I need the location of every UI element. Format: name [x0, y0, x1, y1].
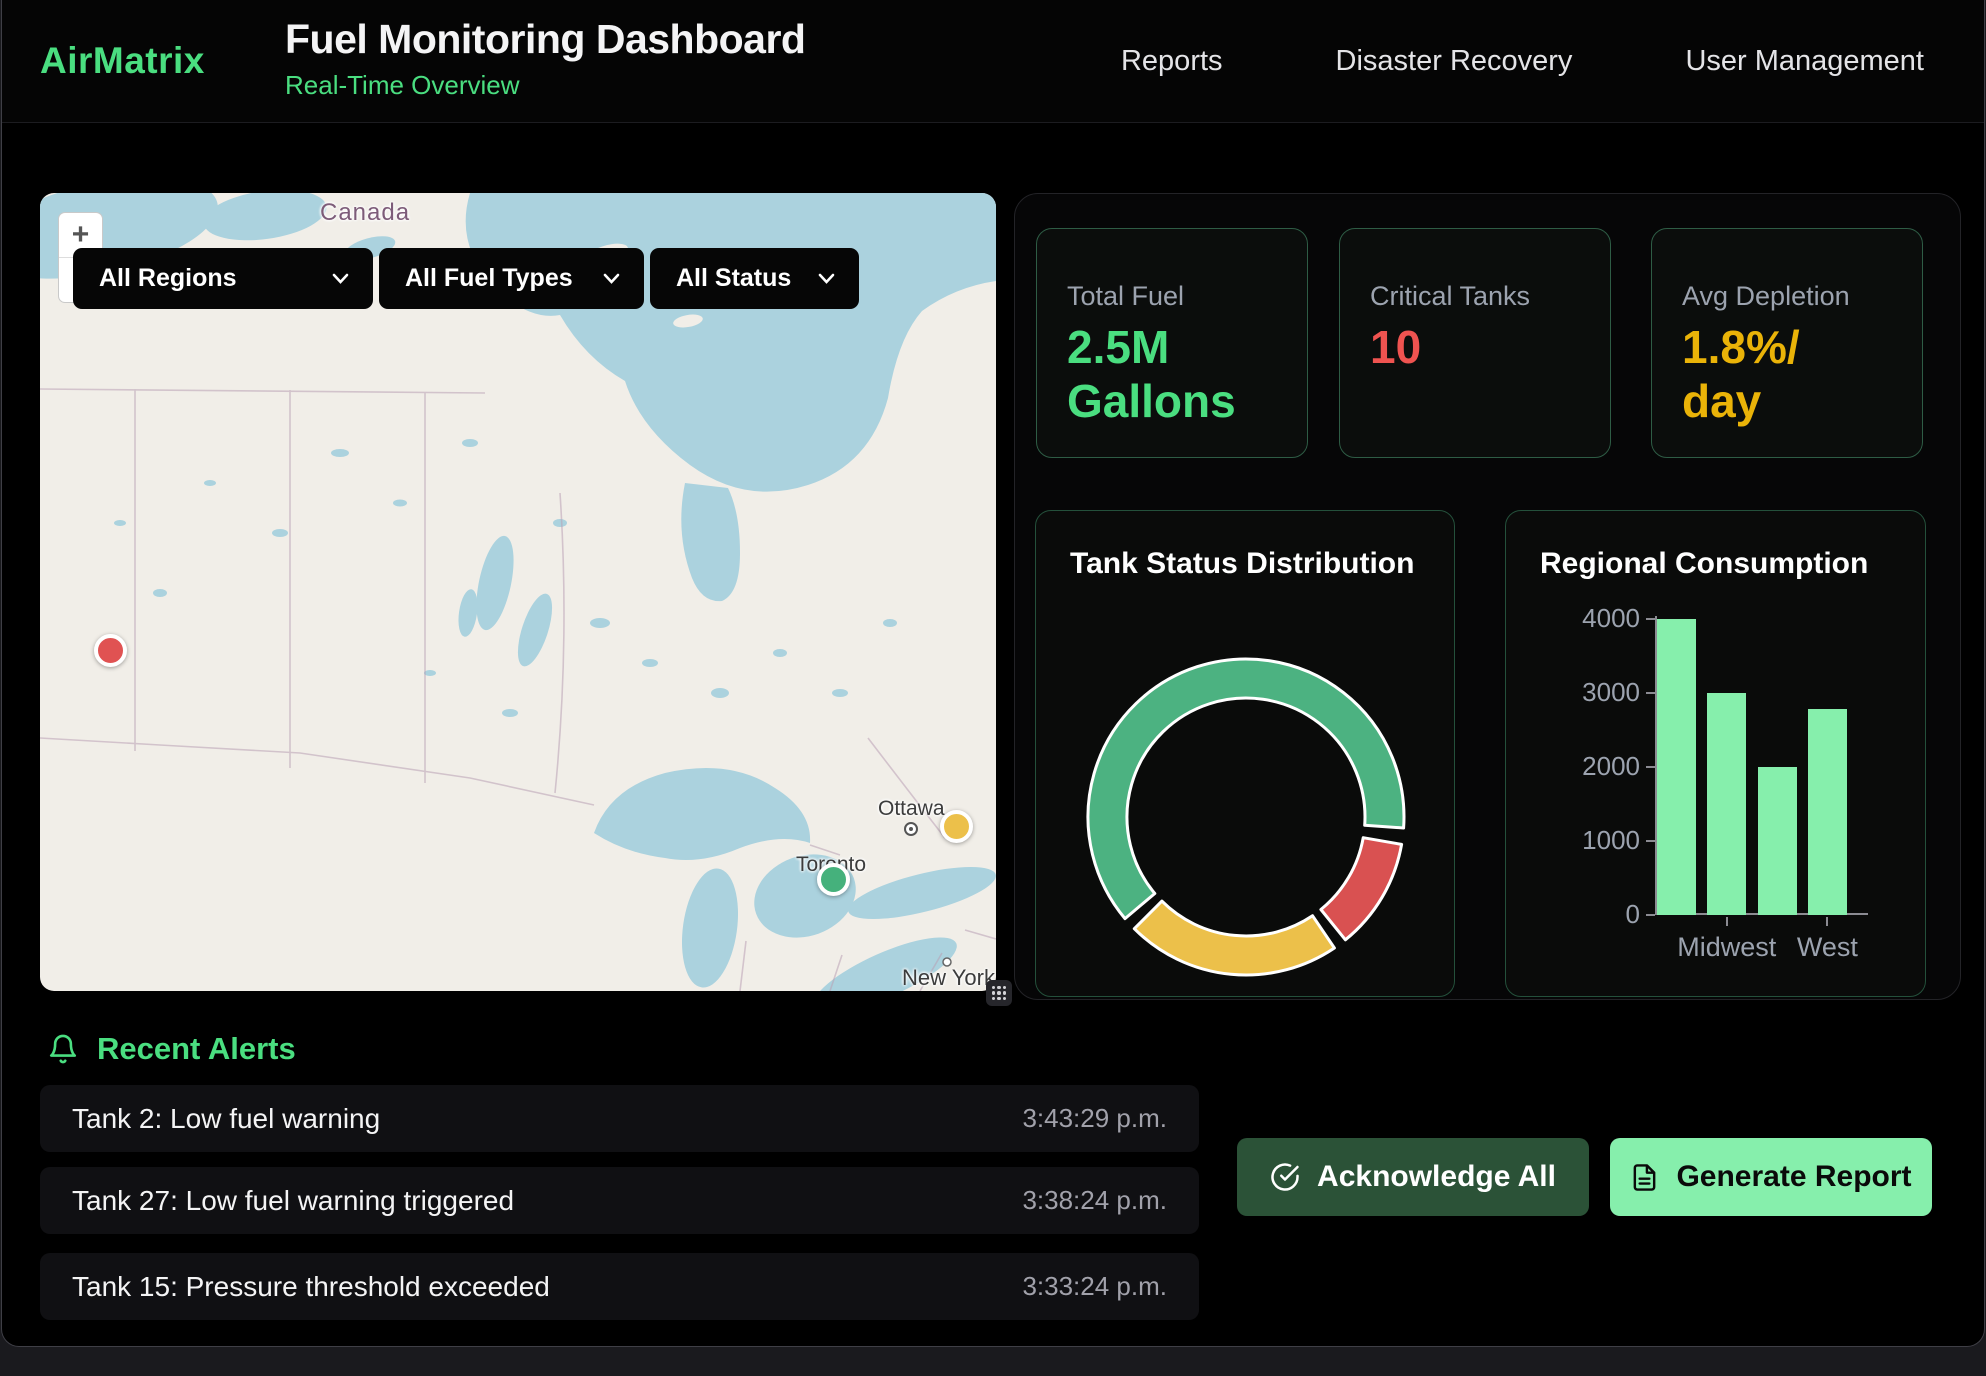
status-filter-dropdown[interactable]: All Status [650, 248, 859, 309]
alert-timestamp: 3:43:29 p.m. [1022, 1103, 1167, 1134]
bar [1657, 619, 1696, 915]
alert-message: Tank 2: Low fuel warning [72, 1103, 1022, 1135]
y-tick-mark [1646, 618, 1655, 620]
status-filter-value: All Status [676, 264, 794, 293]
app-window: AirMatrix Fuel Monitoring Dashboard Real… [1, 0, 1985, 1347]
y-tick-label: 1000 [1556, 825, 1640, 856]
page-subtitle: Real-Time Overview [285, 70, 805, 101]
bar [1758, 767, 1797, 915]
map-label-new-york: New York [902, 965, 995, 991]
y-tick-label: 2000 [1556, 751, 1640, 782]
chevron-down-icon [332, 273, 349, 284]
page-title: Fuel Monitoring Dashboard [285, 16, 805, 63]
stat-card-total-fuel: Total Fuel 2.5M Gallons [1036, 228, 1308, 458]
regional-consumption-chart-card: Regional Consumption 01000200030004000Mi… [1505, 510, 1926, 997]
chevron-down-icon [818, 273, 835, 284]
x-tick-mark [1826, 917, 1828, 926]
y-tick-label: 0 [1556, 899, 1640, 930]
nav-item-reports[interactable]: Reports [1121, 45, 1223, 78]
acknowledge-all-label: Acknowledge All [1317, 1160, 1556, 1194]
resize-drag-handle-icon[interactable] [986, 980, 1012, 1006]
map-marker-warning[interactable] [940, 810, 973, 843]
chevron-down-icon [603, 273, 620, 284]
alert-timestamp: 3:38:24 p.m. [1022, 1185, 1167, 1216]
y-tick-mark [1646, 914, 1655, 916]
bar [1707, 693, 1746, 915]
map-label-canada: Canada [320, 199, 410, 227]
title-block: Fuel Monitoring Dashboard Real-Time Over… [285, 16, 805, 101]
stat-value: 2.5M Gallons [1067, 320, 1279, 429]
overview-panel: Total Fuel 2.5M Gallons Critical Tanks 1… [1014, 193, 1961, 1000]
generate-report-label: Generate Report [1676, 1160, 1911, 1194]
alert-message: Tank 27: Low fuel warning triggered [72, 1185, 1022, 1217]
stat-card-critical-tanks: Critical Tanks 10 [1339, 228, 1611, 458]
nav-item-user-management[interactable]: User Management [1685, 45, 1924, 78]
check-circle-icon [1270, 1162, 1300, 1192]
y-tick-label: 4000 [1556, 603, 1640, 634]
bar [1808, 709, 1847, 915]
stat-value: 10 [1370, 320, 1582, 374]
donut-segment-critical [1321, 838, 1402, 940]
acknowledge-all-button[interactable]: Acknowledge All [1237, 1138, 1589, 1216]
map-marker-critical[interactable] [94, 634, 127, 667]
x-tick-mark [1726, 917, 1728, 926]
stat-label: Avg Depletion [1682, 281, 1894, 312]
map-label-ottawa: Ottawa [878, 797, 945, 821]
brand-logo[interactable]: AirMatrix [40, 40, 205, 82]
y-tick-label: 3000 [1556, 677, 1640, 708]
header: AirMatrix Fuel Monitoring Dashboard Real… [2, 0, 1984, 123]
stat-label: Total Fuel [1067, 281, 1279, 312]
map-filters: All Regions All Fuel Types All Status [73, 248, 859, 309]
stat-label: Critical Tanks [1370, 281, 1582, 312]
generate-report-button[interactable]: Generate Report [1610, 1138, 1932, 1216]
alert-timestamp: 3:33:24 p.m. [1022, 1271, 1167, 1302]
fuel-type-filter-value: All Fuel Types [405, 264, 579, 293]
nav-item-disaster-recovery[interactable]: Disaster Recovery [1336, 45, 1573, 78]
y-tick-mark [1646, 692, 1655, 694]
fuel-type-filter-dropdown[interactable]: All Fuel Types [379, 248, 644, 309]
stat-value: 1.8%/ day [1682, 320, 1894, 429]
y-tick-mark [1646, 766, 1655, 768]
map-canvas[interactable]: Canada Ottawa Toronto New York + − All R… [40, 193, 996, 991]
document-icon [1630, 1163, 1659, 1192]
bar-chart-area: 01000200030004000MidwestWest [1506, 511, 1925, 996]
donut-segment-warning [1134, 901, 1334, 975]
alert-row: Tank 27: Low fuel warning triggered 3:38… [40, 1167, 1199, 1234]
map-marker-normal[interactable] [817, 863, 850, 896]
donut-chart [1036, 511, 1456, 998]
alert-row: Tank 15: Pressure threshold exceeded 3:3… [40, 1253, 1199, 1320]
bell-icon [47, 1032, 79, 1066]
region-filter-value: All Regions [99, 264, 308, 293]
alert-message: Tank 15: Pressure threshold exceeded [72, 1271, 1022, 1303]
stat-card-avg-depletion: Avg Depletion 1.8%/ day [1651, 228, 1923, 458]
main-nav: Reports Disaster Recovery User Managemen… [1121, 0, 1924, 123]
alerts-title: Recent Alerts [97, 1031, 296, 1067]
x-tick-label: West [1747, 932, 1907, 963]
tank-status-chart-card: Tank Status Distribution [1035, 510, 1455, 997]
region-filter-dropdown[interactable]: All Regions [73, 248, 373, 309]
map-section: Canada Ottawa Toronto New York + − All R… [40, 193, 996, 991]
alert-row: Tank 2: Low fuel warning 3:43:29 p.m. [40, 1085, 1199, 1152]
alerts-header: Recent Alerts [47, 1031, 296, 1067]
y-tick-mark [1646, 840, 1655, 842]
